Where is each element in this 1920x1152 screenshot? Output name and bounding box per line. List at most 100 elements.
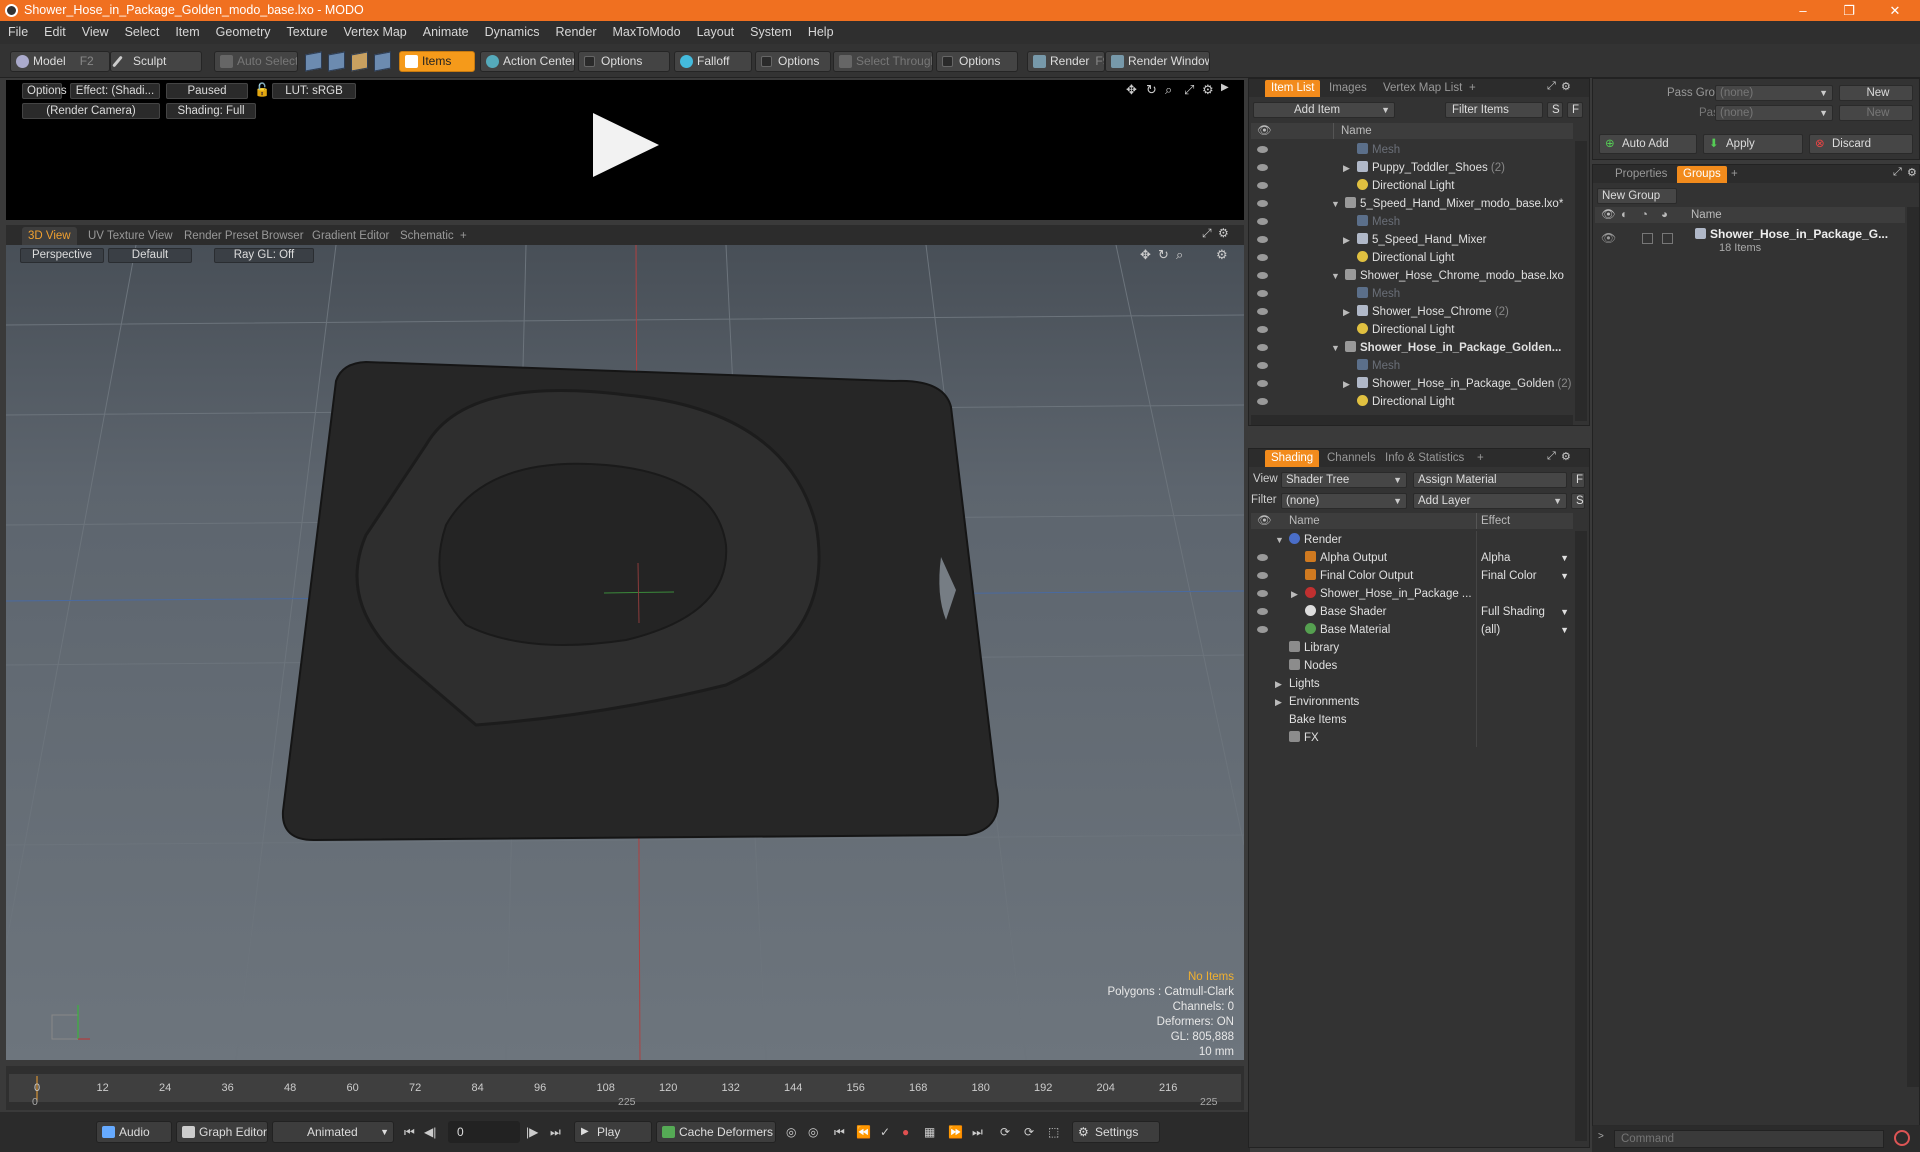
item-row[interactable]: Mesh bbox=[1251, 213, 1573, 231]
view-dropdown[interactable]: Shader Tree ▼ bbox=[1281, 472, 1407, 488]
autokey-icon[interactable]: ◎ bbox=[786, 1125, 796, 1139]
menu-item[interactable]: Item bbox=[167, 21, 207, 44]
shading-f-button[interactable]: F bbox=[1571, 472, 1585, 488]
shading-dropdown[interactable]: Shading: Full bbox=[166, 103, 256, 119]
visibility-eye-icon[interactable] bbox=[1257, 380, 1268, 387]
visibility-eye-icon[interactable] bbox=[1257, 290, 1268, 297]
apply-button[interactable]: ⬇ Apply bbox=[1703, 134, 1803, 154]
falloff-options-button[interactable]: Options bbox=[755, 51, 831, 72]
item-list-gear-icon[interactable]: ⚙ bbox=[1561, 80, 1571, 93]
viewport-settings-gear-icon[interactable]: ⚙ bbox=[1216, 247, 1228, 263]
viewport-gear-icon[interactable]: ⚙ bbox=[1218, 226, 1229, 240]
menu-vertex-map[interactable]: Vertex Map bbox=[336, 21, 415, 44]
tab-gradient-editor[interactable]: Gradient Editor bbox=[306, 227, 395, 245]
shading-s-button[interactable]: S bbox=[1571, 493, 1585, 509]
shading-maximize-icon[interactable]: ⤢ bbox=[1547, 450, 1556, 463]
item-row[interactable]: Directional Light bbox=[1251, 321, 1573, 339]
render-window-button[interactable]: Render Window bbox=[1105, 51, 1210, 72]
next-frame-icon[interactable]: |▶ bbox=[526, 1125, 538, 1139]
command-stop-icon[interactable] bbox=[1894, 1130, 1910, 1146]
item-row[interactable]: ▶ Puppy_Toddler_Shoes (2) bbox=[1251, 159, 1573, 177]
add-item-dropdown[interactable]: Add Item ▼ bbox=[1253, 102, 1395, 118]
expand-arrow-icon[interactable]: ▶ bbox=[1275, 675, 1282, 693]
add-groups-tab-button[interactable]: + bbox=[1725, 166, 1744, 183]
new-group-button[interactable]: New Group bbox=[1597, 188, 1677, 204]
menu-system[interactable]: System bbox=[742, 21, 800, 44]
falloff-button[interactable]: Falloff bbox=[674, 51, 752, 72]
menu-animate[interactable]: Animate bbox=[415, 21, 477, 44]
record-icon[interactable]: ● bbox=[902, 1125, 909, 1139]
shader-row[interactable]: ▼ Render bbox=[1251, 531, 1573, 549]
shader-row[interactable]: ▶ Lights bbox=[1251, 675, 1573, 693]
frame-input[interactable]: 0 bbox=[448, 1121, 520, 1143]
3d-viewport[interactable]: Perspective Default Ray GL: Off ✥ ↻ ⌕ ⚙ … bbox=[6, 245, 1244, 1060]
cache-deformers-button[interactable]: Cache Deformers bbox=[656, 1121, 776, 1143]
expand-arrow-icon[interactable]: ▶ bbox=[1343, 231, 1350, 249]
tab-uv-texture-view[interactable]: UV Texture View bbox=[82, 227, 179, 245]
shader-row[interactable]: Alpha Output Alpha ▼ bbox=[1251, 549, 1573, 567]
vertices-mode-icon[interactable] bbox=[305, 51, 322, 72]
group-visibility-eye-icon[interactable]: 👁 bbox=[1601, 231, 1616, 245]
item-list-f-button[interactable]: F bbox=[1567, 102, 1583, 118]
prev-key-nav-icon[interactable]: ⏪ bbox=[856, 1125, 871, 1139]
new-pass-button[interactable]: New bbox=[1839, 105, 1913, 121]
zoom-icon[interactable]: ⌕ bbox=[1165, 82, 1172, 98]
shader-row[interactable]: ▶ Environments bbox=[1251, 693, 1573, 711]
menu-texture[interactable]: Texture bbox=[279, 21, 336, 44]
visibility-eye-icon[interactable] bbox=[1257, 182, 1268, 189]
tab-3d-view[interactable]: 3D View bbox=[22, 227, 77, 245]
animated-dropdown[interactable]: Animated ▼ bbox=[272, 1121, 394, 1143]
gear-icon[interactable]: ⚙ bbox=[1202, 82, 1214, 98]
item-row[interactable]: ▼ Shower_Hose_Chrome_modo_base.lxo bbox=[1251, 267, 1573, 285]
add-shading-tab-button[interactable]: + bbox=[1471, 450, 1490, 467]
tab-groups[interactable]: Groups bbox=[1677, 166, 1727, 183]
command-input[interactable] bbox=[1614, 1130, 1884, 1148]
command-expand-icon[interactable]: > bbox=[1598, 1131, 1604, 1142]
item-list-hscrollbar[interactable] bbox=[1251, 415, 1573, 425]
style-dropdown[interactable]: Default bbox=[108, 248, 192, 263]
close-button[interactable]: ✕ bbox=[1872, 0, 1918, 21]
menu-maxtomodo[interactable]: MaxToModo bbox=[605, 21, 689, 44]
shader-row[interactable]: Nodes bbox=[1251, 657, 1573, 675]
tab-info-statistics[interactable]: Info & Statistics bbox=[1379, 450, 1470, 467]
raygl-dropdown[interactable]: Ray GL: Off bbox=[214, 248, 314, 263]
visibility-eye-icon[interactable] bbox=[1257, 572, 1268, 579]
maximize-button[interactable]: ❐ bbox=[1826, 0, 1872, 21]
sculpt-mode-button[interactable]: Sculpt bbox=[110, 51, 202, 72]
visibility-eye-icon[interactable] bbox=[1257, 164, 1268, 171]
add-layer-dropdown[interactable]: Add Layer ▼ bbox=[1413, 493, 1567, 509]
expand-arrow-icon[interactable]: ▶ bbox=[1291, 585, 1298, 603]
shader-row[interactable]: ▶ Shower_Hose_in_Package ... bbox=[1251, 585, 1573, 603]
passes-dropdown[interactable]: (none) ▼ bbox=[1715, 105, 1833, 121]
group-lock-checkbox[interactable] bbox=[1642, 233, 1653, 244]
prev-key-icon[interactable]: ◀| bbox=[424, 1125, 436, 1139]
menu-help[interactable]: Help bbox=[800, 21, 842, 44]
select-through-button[interactable]: Select Through bbox=[833, 51, 933, 72]
item-row[interactable]: Mesh bbox=[1251, 141, 1573, 159]
item-row[interactable]: ▼ 5_Speed_Hand_Mixer_modo_base.lxo* bbox=[1251, 195, 1573, 213]
expand-arrow-icon[interactable]: ▶ bbox=[1275, 693, 1282, 711]
item-list-maximize-icon[interactable]: ⤢ bbox=[1547, 80, 1556, 93]
add-item-tab-button[interactable]: + bbox=[1463, 80, 1482, 97]
effect-dropdown[interactable]: (all) ▼ bbox=[1481, 621, 1571, 639]
select-through-options-button[interactable]: Options bbox=[936, 51, 1018, 72]
tab-images[interactable]: Images bbox=[1323, 80, 1373, 97]
visibility-eye-icon[interactable] bbox=[1257, 398, 1268, 405]
timeline[interactable]: 0 12 24 36 48 60 72 84 96 108 120 132 144 156 168 180 19… bbox=[6, 1066, 1244, 1110]
first-frame-icon[interactable]: ⏮ bbox=[404, 1125, 415, 1140]
play-button[interactable]: ▶ Play bbox=[574, 1121, 652, 1143]
action-center-options-button[interactable]: Options bbox=[578, 51, 670, 72]
paused-button[interactable]: Paused bbox=[166, 83, 248, 99]
materials-mode-icon[interactable] bbox=[374, 51, 391, 72]
audio-button[interactable]: Audio bbox=[96, 1121, 172, 1143]
new-pass-group-button[interactable]: New bbox=[1839, 85, 1913, 101]
scale-icon[interactable]: ⬚ bbox=[1048, 1125, 1059, 1139]
item-row[interactable]: Directional Light bbox=[1251, 393, 1573, 411]
camera-dropdown[interactable]: (Render Camera) bbox=[22, 103, 160, 119]
visibility-eye-icon[interactable] bbox=[1257, 236, 1268, 243]
visibility-eye-icon[interactable] bbox=[1257, 608, 1268, 615]
group-row[interactable]: 👁 Shower_Hose_in_Package_G... 18 Items bbox=[1595, 225, 1905, 259]
tab-shading[interactable]: Shading bbox=[1265, 450, 1320, 467]
visibility-eye-icon[interactable] bbox=[1257, 254, 1268, 261]
visibility-eye-icon[interactable] bbox=[1257, 218, 1268, 225]
